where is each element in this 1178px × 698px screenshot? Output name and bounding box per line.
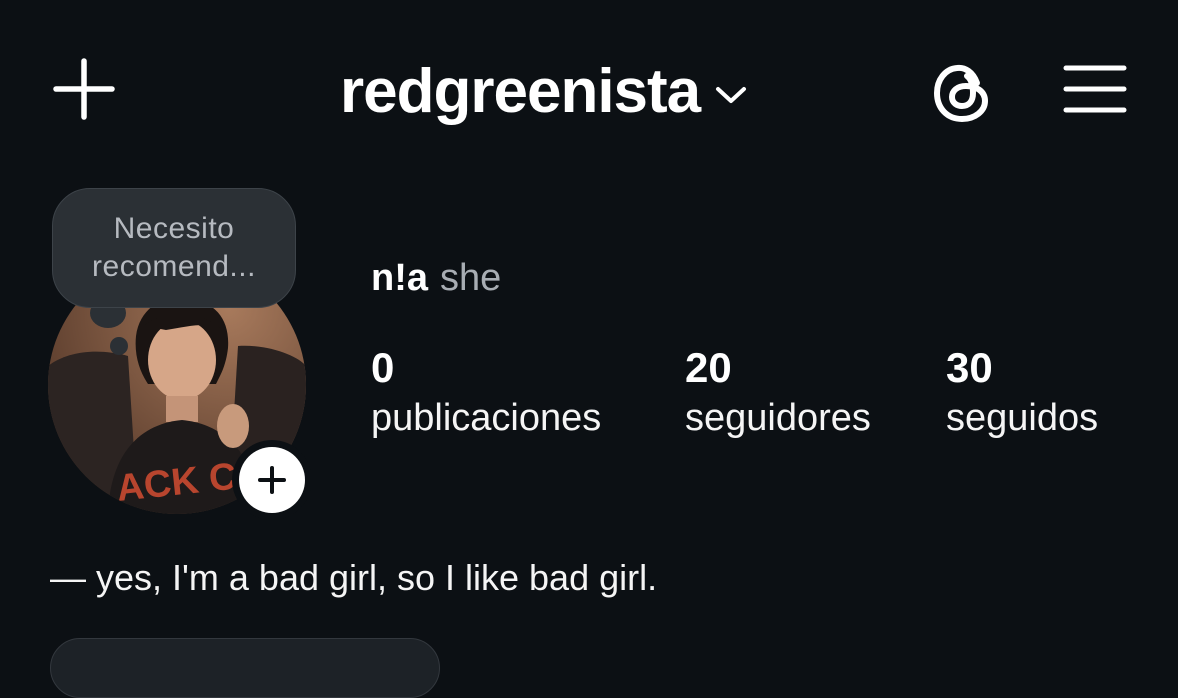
threads-icon bbox=[934, 64, 988, 122]
stat-followers[interactable]: 20 seguidores bbox=[685, 344, 871, 444]
hamburger-menu-icon bbox=[1063, 65, 1127, 113]
stat-following[interactable]: 30 seguidos bbox=[946, 344, 1098, 444]
posts-label: publicaciones bbox=[371, 397, 602, 439]
following-label: seguidos bbox=[946, 397, 1099, 439]
plus-icon bbox=[53, 58, 115, 120]
account-switcher[interactable]: redgreenista bbox=[340, 52, 748, 132]
note-text: Necesito recomend... bbox=[92, 212, 256, 283]
chevron-down-icon bbox=[716, 87, 747, 103]
following-count: 30 bbox=[946, 344, 993, 391]
profile-username: redgreenista bbox=[340, 57, 701, 126]
threads-button[interactable] bbox=[928, 58, 996, 126]
profile-bio: — yes, I'm a bad girl, so I like bad gir… bbox=[50, 557, 658, 598]
add-story-circle bbox=[239, 447, 305, 513]
stat-posts[interactable]: 0 publicaciones bbox=[371, 344, 601, 444]
display-name: n!a bbox=[371, 257, 428, 299]
posts-count: 0 bbox=[371, 344, 395, 391]
create-button[interactable] bbox=[50, 55, 118, 123]
profile-note[interactable]: Necesito recomend... bbox=[52, 188, 296, 308]
note-bubble-dot bbox=[110, 337, 128, 355]
pronouns: she bbox=[440, 257, 502, 299]
followers-label: seguidores bbox=[685, 397, 871, 439]
profile-name-line: n!a she bbox=[371, 256, 501, 300]
profile-action-pill[interactable] bbox=[50, 638, 440, 698]
add-story-button[interactable] bbox=[232, 440, 312, 520]
plus-icon bbox=[258, 466, 286, 494]
followers-count: 20 bbox=[685, 344, 732, 391]
menu-button[interactable] bbox=[1060, 58, 1130, 120]
